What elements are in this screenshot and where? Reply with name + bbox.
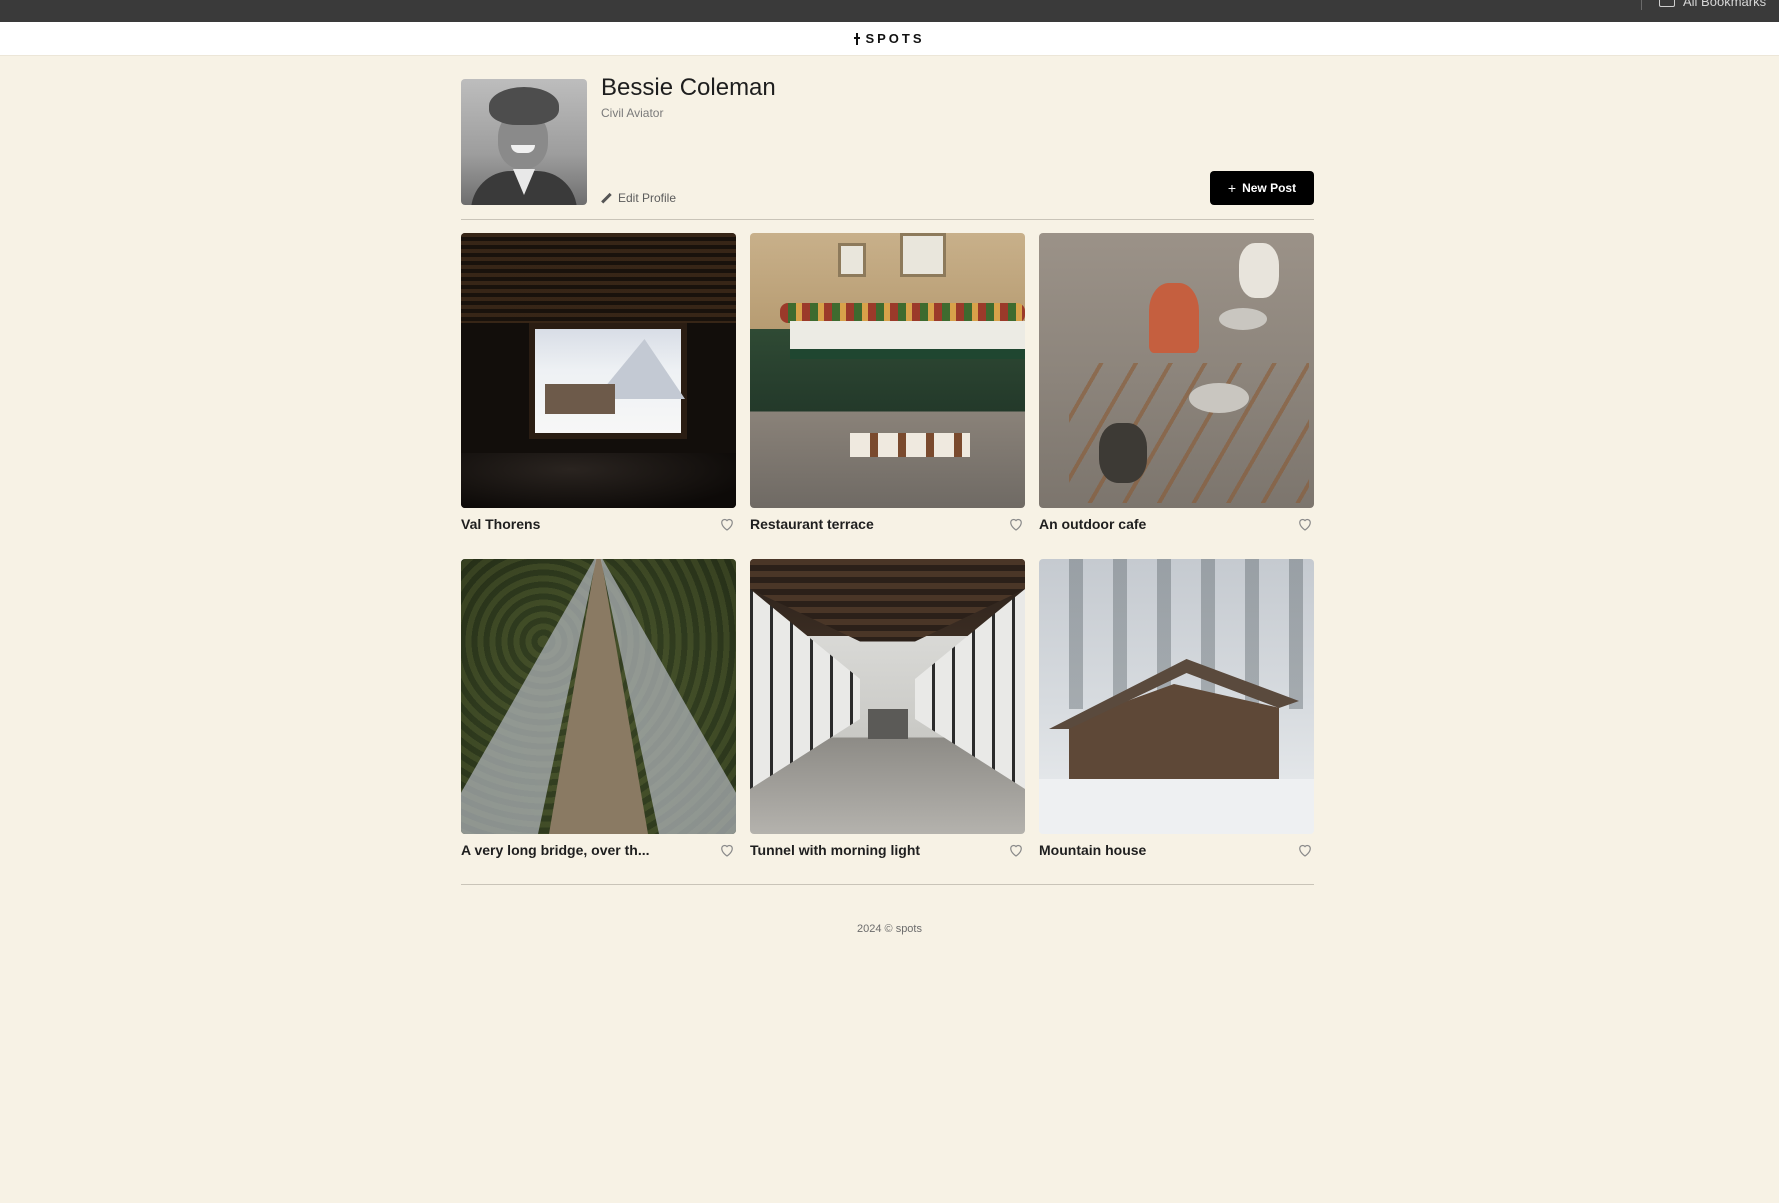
browser-toolbar: All Bookmarks	[0, 0, 1779, 22]
card-title: Mountain house	[1039, 841, 1147, 858]
card-image[interactable]	[1039, 233, 1314, 508]
heart-icon[interactable]	[1007, 515, 1025, 533]
site-header: SPOTS	[0, 22, 1779, 56]
card-image[interactable]	[750, 559, 1025, 834]
edit-profile-button[interactable]: Edit Profile	[601, 191, 676, 205]
footer-copyright: 2024 © spots	[857, 923, 922, 935]
all-bookmarks-label: All Bookmarks	[1683, 0, 1767, 9]
pencil-icon	[601, 193, 611, 203]
card-image[interactable]	[750, 233, 1025, 508]
card-image[interactable]	[461, 559, 736, 834]
all-bookmarks-button[interactable]: All Bookmarks	[1659, 0, 1766, 9]
edit-profile-label: Edit Profile	[618, 191, 677, 205]
footer-divider	[461, 884, 1314, 885]
heart-icon[interactable]	[718, 515, 736, 533]
card-title: Restaurant terrace	[750, 515, 874, 532]
card-title: A very long bridge, over th...	[461, 841, 650, 858]
plus-icon: +	[1227, 180, 1237, 196]
profile-divider	[461, 219, 1314, 220]
profile-name: Bessie Coleman	[601, 74, 776, 101]
card-title: Val Thorens	[461, 515, 541, 532]
folder-icon	[1659, 0, 1675, 7]
heart-icon[interactable]	[1296, 841, 1314, 859]
card-title: An outdoor cafe	[1039, 515, 1147, 532]
card-title: Tunnel with morning light	[750, 841, 921, 858]
card-image[interactable]	[1039, 559, 1314, 834]
new-post-button[interactable]: + New Post	[1210, 171, 1314, 205]
profile-role: Civil Aviator	[601, 106, 664, 120]
toolbar-divider	[1641, 0, 1642, 10]
heart-icon[interactable]	[1296, 515, 1314, 533]
logo-mark-icon	[854, 32, 861, 45]
card: Tunnel with morning light	[750, 559, 1025, 859]
card: An outdoor cafe	[1039, 233, 1314, 533]
heart-icon[interactable]	[718, 841, 736, 859]
heart-icon[interactable]	[1007, 841, 1025, 859]
card-image[interactable]	[461, 233, 736, 508]
profile-section: Bessie Coleman Civil Aviator Edit Profil…	[461, 74, 1314, 205]
spots-logo[interactable]: SPOTS	[854, 31, 924, 46]
card: Val Thorens	[461, 233, 736, 533]
logo-text: SPOTS	[865, 31, 925, 46]
card: Restaurant terrace	[750, 233, 1025, 533]
new-post-label: New Post	[1242, 181, 1297, 195]
card: Mountain house	[1039, 559, 1314, 859]
cards-grid: Val Thorens Restaurant terrace An outdoo…	[461, 233, 1314, 859]
avatar	[461, 79, 587, 205]
card: A very long bridge, over th...	[461, 559, 736, 859]
